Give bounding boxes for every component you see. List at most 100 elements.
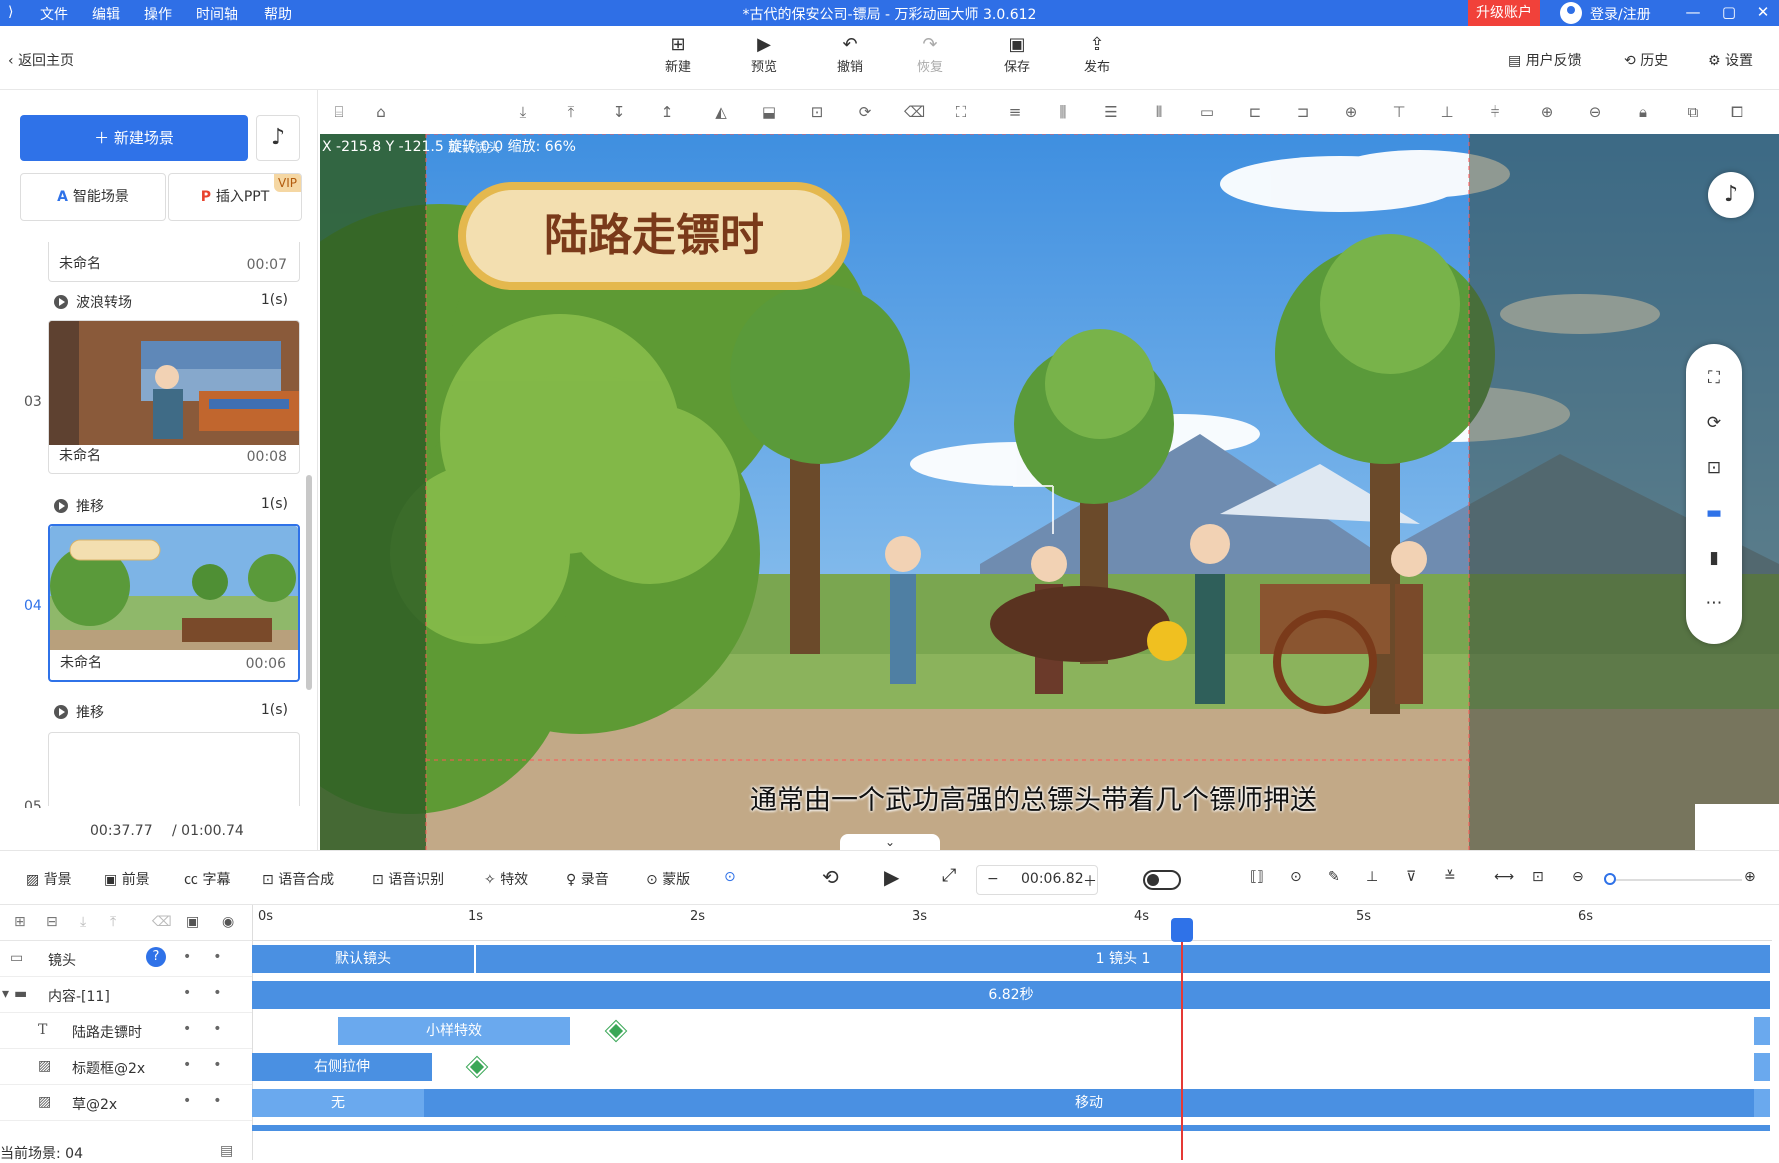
unlock-icon[interactable]: ⊡ [1686, 446, 1742, 491]
row-dots[interactable]: •• [183, 1093, 244, 1109]
add-folder-icon[interactable]: ⊟ [46, 914, 58, 930]
music-note-icon[interactable]: ♪ [1708, 172, 1754, 218]
zoom-out-icon[interactable]: ⊖ [1586, 103, 1604, 121]
play-icon[interactable]: ▶ [884, 865, 899, 889]
save-button[interactable]: ▣ 保存 [990, 34, 1044, 75]
title-effect-bar[interactable]: 小样特效 [338, 1017, 570, 1045]
new-button[interactable]: ⊞ 新建 [651, 34, 705, 75]
preview-button[interactable]: ▶ 预览 [737, 34, 791, 75]
time-stepper[interactable]: − 00:06.82 ＋ [976, 865, 1098, 895]
home-icon[interactable]: ⌂ [372, 103, 390, 121]
scene-card-selected[interactable]: 未命名 00:06 [48, 524, 300, 682]
more-icon[interactable]: ⋯ [1686, 581, 1742, 626]
record-button[interactable]: ♀ 录音 [566, 869, 609, 889]
timeline-row-camera[interactable]: ▭ 镜头 ? •• [0, 941, 252, 977]
timeline-ruler[interactable]: 0s 1s 2s 3s 4s 5s 6s [252, 905, 1772, 941]
distribute-v-icon[interactable]: ☰ [1102, 103, 1120, 121]
avatar[interactable] [1560, 2, 1582, 24]
keyframe-diamond[interactable] [467, 1057, 487, 1077]
monitor-icon[interactable]: ▬ [1686, 491, 1742, 536]
transition-item[interactable]: 推移 1(s) [54, 496, 294, 516]
row-dots[interactable]: •• [183, 949, 244, 965]
move-down-icon[interactable]: ⤓ [80, 914, 86, 930]
align-bottom-icon[interactable]: ⊥ [1438, 103, 1456, 121]
grass-move-bar[interactable]: 移动 [424, 1089, 1754, 1117]
subtitle-text[interactable]: 通常由一个武功高强的总镖头带着几个镖师押送 [750, 778, 1317, 817]
tts-button[interactable]: ⊡ 语音合成 [262, 869, 334, 889]
new-scene-button[interactable]: ＋ 新建场景 [20, 115, 248, 161]
menu-edit[interactable]: 编辑 [92, 4, 120, 24]
scene-list-scrollbar[interactable] [306, 475, 312, 690]
edit-icon[interactable]: ✎ [1328, 869, 1340, 885]
grass-exit-bar[interactable] [1754, 1089, 1770, 1117]
stamp-icon[interactable]: ⊥ [1366, 869, 1378, 885]
subtitle-button[interactable]: ㏄ 字幕 [184, 869, 230, 889]
camera-rotate-icon[interactable]: ⟳ [1686, 401, 1742, 446]
content-duration-bar[interactable]: 6.82秒 [252, 981, 1770, 1009]
format-painter-icon[interactable]: ⌸ [330, 103, 348, 121]
trash-icon[interactable]: ⌫ [904, 103, 925, 121]
back-home-link[interactable]: ‹ 返回主页 [8, 50, 74, 70]
zoom-in-icon[interactable]: ⊕ [1538, 103, 1556, 121]
frame-exit-bar[interactable] [1754, 1053, 1770, 1081]
expand-caret-icon[interactable]: ▾ [2, 986, 9, 1002]
align-right-icon[interactable]: ⊐ [1294, 103, 1312, 121]
align-center-h-icon[interactable]: ≡ [1006, 103, 1024, 121]
copy-icon[interactable]: ⧉ [1684, 103, 1702, 121]
more-tools-icon[interactable]: ⊙ [724, 869, 736, 885]
undo-button[interactable]: ↶ 撤销 [823, 34, 877, 75]
frame-effect-bar[interactable]: 右侧拉伸 [252, 1053, 432, 1081]
phone-icon[interactable]: ▮ [1686, 536, 1742, 581]
playhead-line[interactable] [1181, 918, 1183, 1160]
fit-screen-icon[interactable]: ⛶ [1686, 356, 1742, 401]
camera-default-bar[interactable]: 默认镜头 [252, 945, 474, 973]
stage-canvas[interactable]: X -215.8 Y -121.5 旋转:0.0 缩放: 66% 陆路走镖时 默… [320, 134, 1779, 850]
background-button[interactable]: ▨ 背景 [26, 869, 72, 889]
same-width-icon[interactable]: ▭ [1198, 103, 1216, 121]
banner-title[interactable]: 陆路走镖时 [544, 210, 764, 261]
align-middle-icon[interactable]: ⊕ [1342, 103, 1360, 121]
bracket-icon[interactable]: ⟦⟧ [1250, 869, 1264, 885]
foreground-button[interactable]: ▣ 前景 [104, 869, 150, 889]
title-exit-bar[interactable] [1754, 1017, 1770, 1045]
help-icon[interactable]: ? [146, 947, 166, 967]
timeline-row-text[interactable]: T 陆路走镖时 •• [0, 1013, 252, 1049]
settings-link[interactable]: ⚙ 设置 [1708, 50, 1753, 70]
menu-file[interactable]: 文件 [40, 4, 68, 24]
move-down-icon[interactable]: ↧ [610, 103, 628, 121]
zoom-out-icon[interactable]: ⊖ [1572, 869, 1584, 885]
keyframe-diamond[interactable] [606, 1021, 626, 1041]
music-button[interactable]: ♪ [256, 115, 300, 161]
row-dots[interactable]: •• [183, 1021, 244, 1037]
ratio-icon[interactable]: ⊡ [1532, 869, 1544, 885]
align-top-icon[interactable]: ⊤ [1390, 103, 1408, 121]
lock-icon[interactable]: ▣ [186, 914, 199, 930]
minimize-icon[interactable]: — [1680, 0, 1706, 26]
fullscreen-icon[interactable]: ⤢ [942, 865, 956, 886]
insert-ppt-button[interactable]: P 插入PPT VIP [168, 173, 302, 221]
close-icon[interactable]: ✕ [1750, 0, 1776, 26]
sliders-icon[interactable]: ≚ [1444, 869, 1456, 885]
history-link[interactable]: ⟲ 历史 [1624, 50, 1668, 70]
align-left-icon[interactable]: ⊏ [1246, 103, 1264, 121]
move-up-icon[interactable]: ↥ [658, 103, 676, 121]
app-logo-icon[interactable]: ⟩ [8, 4, 13, 20]
replay-icon[interactable]: ⟲ [822, 865, 839, 889]
add-layer-icon[interactable]: ⊞ [14, 914, 26, 930]
row-dots[interactable]: •• [183, 1057, 244, 1073]
zoom-slider-knob[interactable] [1604, 873, 1616, 885]
login-link[interactable]: 登录/注册 [1590, 4, 1651, 24]
flip-horizontal-icon[interactable]: ◭ [712, 103, 730, 121]
align-center-v-icon[interactable]: ⫼ [1054, 103, 1072, 121]
minus-icon[interactable]: − [987, 871, 999, 887]
speech-recognition-button[interactable]: ⊡ 语音识别 [372, 869, 444, 889]
rotate-icon[interactable]: ⟳ [856, 103, 874, 121]
scene-card[interactable] [48, 732, 300, 806]
camera-icon[interactable]: ⊙ [1290, 869, 1302, 885]
notes-icon[interactable]: ▤ [220, 1143, 233, 1159]
publish-button[interactable]: ⇪ 发布 [1070, 34, 1124, 75]
time-value[interactable]: 00:06.82 [1021, 871, 1084, 887]
effects-button[interactable]: ✧ 特效 [484, 869, 528, 889]
mask-button[interactable]: ⊙ 蒙版 [646, 869, 690, 889]
next-layer-bar[interactable] [252, 1125, 1770, 1131]
